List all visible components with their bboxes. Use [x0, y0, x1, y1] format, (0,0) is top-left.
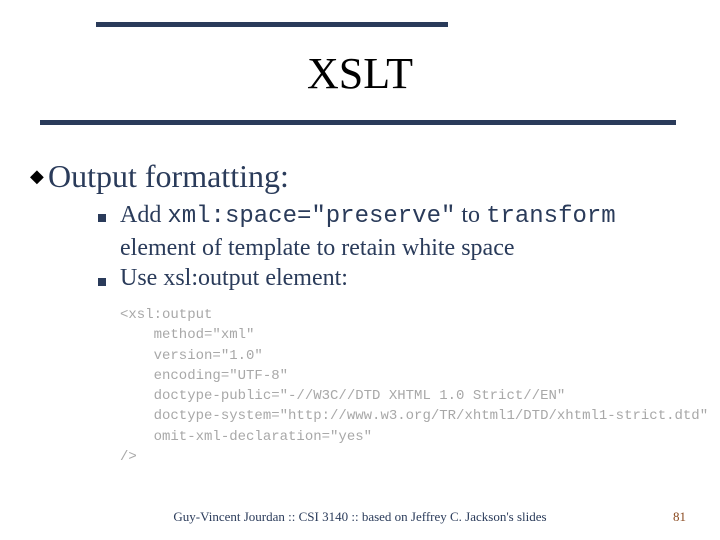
- top-divider: [96, 22, 448, 27]
- code-inline: xml:space="preserve": [167, 203, 455, 230]
- bullet-item-1: Add xml:space="preserve" to transform el…: [120, 200, 680, 263]
- star-bullet-icon: ◆: [30, 166, 44, 187]
- code-line: method="xml": [120, 327, 254, 343]
- slide-title: XSLT: [0, 48, 720, 99]
- code-line: doctype-system="http://www.w3.org/TR/xht…: [120, 408, 708, 424]
- code-line: encoding="UTF-8": [120, 368, 288, 384]
- square-bullet-icon: [98, 278, 106, 286]
- text-segment: element of template to retain white spac…: [120, 235, 515, 261]
- heading-output-formatting: Output formatting:: [48, 158, 289, 195]
- bullet-item-2: Use xsl:output element:: [120, 265, 348, 292]
- text-segment: Add: [120, 202, 167, 228]
- square-bullet-icon: [98, 214, 106, 222]
- code-block: <xsl:output method="xml" version="1.0" e…: [120, 305, 708, 467]
- code-line: />: [120, 449, 137, 465]
- code-line: omit-xml-declaration="yes": [120, 429, 372, 445]
- title-underline: [40, 120, 676, 125]
- code-line: doctype-public="-//W3C//DTD XHTML 1.0 St…: [120, 388, 565, 404]
- text-segment: to: [455, 202, 486, 228]
- page-number: 81: [673, 509, 686, 525]
- footer-text: Guy-Vincent Jourdan :: CSI 3140 :: based…: [0, 509, 720, 525]
- code-line: version="1.0": [120, 348, 263, 364]
- code-inline: transform: [486, 203, 616, 230]
- code-line: <xsl:output: [120, 307, 212, 323]
